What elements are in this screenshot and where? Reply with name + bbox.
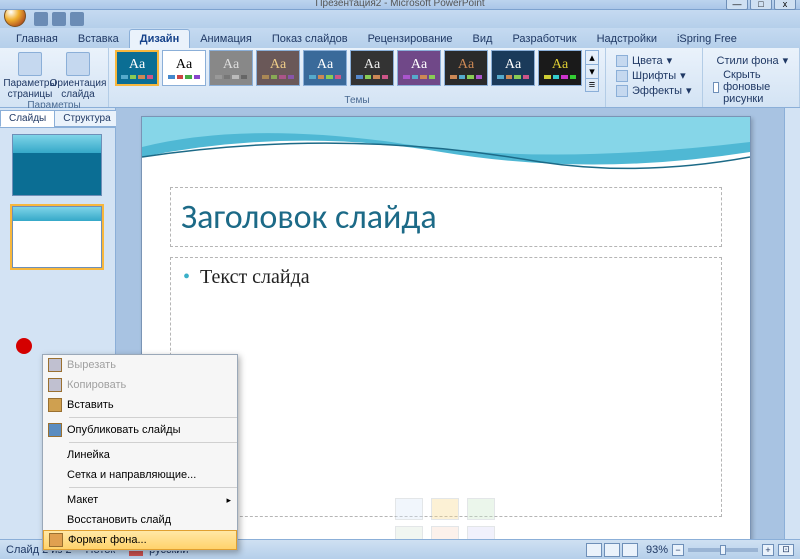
checkbox-icon [713,82,720,93]
marker-dot [16,338,32,354]
effects-icon [616,85,628,97]
window-controls: — □ x [726,0,796,10]
tab-animation[interactable]: Анимация [190,30,262,48]
menu-ruler[interactable]: Линейка [43,445,237,465]
close-button[interactable]: x [774,0,796,10]
colors-icon [616,55,628,67]
insert-smartart-icon[interactable] [467,498,495,520]
slide-thumb-2[interactable] [12,206,102,268]
orientation-button[interactable]: Ориентация слайда [54,50,102,100]
fonts-button[interactable]: Шрифты▾ [616,69,692,82]
vertical-scrollbar[interactable] [784,108,800,559]
insert-table-icon[interactable] [395,498,423,520]
redo-icon[interactable] [70,12,84,26]
theme-thumb-2[interactable]: Aa [162,50,206,86]
zoom-control: 93% − + ⊡ [646,544,794,556]
menu-publish[interactable]: Опубликовать слайды [43,420,237,440]
group-theme-variants: Цвета▾ Шрифты▾ Эффекты▾ [606,48,703,107]
theme-thumb-3[interactable]: Aa [209,50,253,86]
publish-icon [48,423,62,437]
panel-tabs: Слайды Структура x [0,108,115,128]
sorter-view-button[interactable] [604,543,620,557]
body-placeholder[interactable]: Текст слайда [170,257,722,517]
menu-format-bg[interactable]: Формат фона... [43,530,237,550]
slide-body-text: Текст слайда [183,266,709,289]
tab-design[interactable]: Дизайн [129,29,190,48]
insert-chart-icon[interactable] [431,498,459,520]
ribbon: Параметры страницы Ориентация слайда Пар… [0,48,800,108]
copy-icon [48,378,62,392]
zoom-fit-button[interactable]: ⊡ [778,544,794,556]
tab-review[interactable]: Рецензирование [358,30,463,48]
theme-thumb-1[interactable]: Aa [115,50,159,86]
tab-view[interactable]: Вид [463,30,503,48]
tab-developer[interactable]: Разработчик [502,30,586,48]
menu-reset[interactable]: Восстановить слайд [43,510,237,530]
theme-thumb-5[interactable]: Aa [303,50,347,86]
format-bg-icon [49,533,63,547]
panel-tab-outline[interactable]: Структура [54,110,119,127]
menu-separator [69,487,237,488]
slideshow-view-button[interactable] [622,543,638,557]
tab-home[interactable]: Главная [6,30,68,48]
themes-more-button[interactable]: ▴ ▾ ≡ [585,50,599,92]
group-page-setup: Параметры страницы Ориентация слайда Пар… [0,48,109,107]
theme-thumb-8[interactable]: Aa [444,50,488,86]
tab-addins[interactable]: Надстройки [587,30,667,48]
theme-thumb-9[interactable]: Aa [491,50,535,86]
group-label-themes: Темы [115,95,599,107]
themes-gallery: Aa Aa Aa Aa Aa Aa Aa Aa Aa Aa ▴ ▾ ≡ [115,50,599,92]
zoom-percent[interactable]: 93% [646,544,668,556]
theme-thumb-4[interactable]: Aa [256,50,300,86]
context-menu: Вырезать Копировать Вставить Опубликоват… [42,354,238,551]
slide-thumb-1[interactable] [12,134,102,196]
bg-styles-button[interactable]: Стили фона▾ [713,54,789,67]
view-buttons [586,543,638,557]
menu-copy: Копировать [43,375,237,395]
tab-ispring[interactable]: iSpring Free [667,30,747,48]
cut-icon [48,358,62,372]
orientation-icon [66,52,90,76]
undo-icon[interactable] [52,12,66,26]
theme-thumb-7[interactable]: Aa [397,50,441,86]
maximize-button[interactable]: □ [750,0,772,10]
normal-view-button[interactable] [586,543,602,557]
menu-separator [69,442,237,443]
tab-slideshow[interactable]: Показ слайдов [262,30,358,48]
fonts-icon [616,70,628,82]
hide-bg-checkbox[interactable]: Скрыть фоновые рисунки [713,69,789,105]
menu-separator [69,417,237,418]
tab-insert[interactable]: Вставка [68,30,129,48]
group-themes: Aa Aa Aa Aa Aa Aa Aa Aa Aa Aa ▴ ▾ ≡ Темы [109,48,606,107]
save-icon[interactable] [34,12,48,26]
theme-thumb-6[interactable]: Aa [350,50,394,86]
effects-button[interactable]: Эффекты▾ [616,84,692,97]
ribbon-tabs: Главная Вставка Дизайн Анимация Показ сл… [0,28,800,48]
zoom-in-button[interactable]: + [762,544,774,556]
paste-icon [48,398,62,412]
colors-button[interactable]: Цвета▾ [616,54,692,67]
menu-cut: Вырезать [43,355,237,375]
menu-grid[interactable]: Сетка и направляющие... [43,465,237,485]
panel-tab-slides[interactable]: Слайды [0,110,55,127]
page-setup-icon [18,52,42,76]
titlebar: Презентация2 - Microsoft PowerPoint — □ … [0,0,800,10]
page-setup-button[interactable]: Параметры страницы [6,50,54,100]
slide-title-text: Заголовок слайда [181,197,437,238]
zoom-out-button[interactable]: − [672,544,684,556]
title-placeholder[interactable]: Заголовок слайда [170,187,722,247]
menu-layout[interactable]: Макет▸ [43,490,237,510]
theme-thumb-10[interactable]: Aa [538,50,582,86]
minimize-button[interactable]: — [726,0,748,10]
menu-paste[interactable]: Вставить [43,395,237,415]
slide-decoration [142,117,750,179]
window-title: Презентация2 - Microsoft PowerPoint [315,0,484,9]
zoom-slider[interactable] [688,548,758,552]
group-background: Стили фона▾ Скрыть фоновые рисунки Фон [703,48,800,107]
quick-access-toolbar [0,10,800,28]
